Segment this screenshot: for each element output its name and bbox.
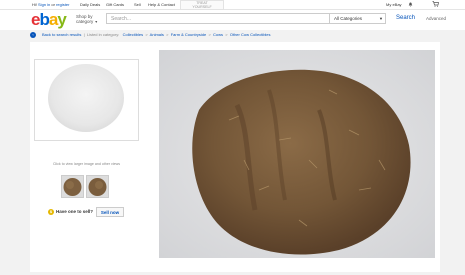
gallery-thumbnail[interactable] [61, 175, 84, 198]
breadcrumb-item[interactable]: Animals [150, 32, 164, 37]
breadcrumb-item[interactable]: Collectibles [123, 32, 143, 37]
dollar-icon: $ [48, 209, 54, 215]
top-bar: Hi! Sign in or register Daily Deals Gift… [0, 0, 465, 10]
search-input[interactable]: Search... [111, 14, 131, 24]
sell-now-button[interactable]: Sell now [96, 207, 124, 217]
sell-prompt: $ Have one to sell? Sell now [48, 207, 138, 217]
daily-deals-link[interactable]: Daily Deals [80, 0, 100, 9]
breadcrumb-item[interactable]: Cows [213, 32, 223, 37]
breadcrumb: ‹ Back to search results | Listed in cat… [30, 31, 440, 39]
gift-cards-link[interactable]: Gift Cards [106, 0, 124, 9]
gallery-thumbnail[interactable] [86, 175, 109, 198]
breadcrumb-trail: Back to search results | Listed in categ… [42, 32, 271, 37]
category-select[interactable]: All Categories ▼ [329, 13, 387, 24]
promo-line2: YOURSELF [192, 5, 212, 9]
sell-link[interactable]: Sell [134, 0, 141, 9]
logo-letter-b: b [39, 10, 49, 29]
advanced-search-link[interactable]: Advanced [426, 13, 446, 24]
sell-question: Have one to sell? [56, 209, 94, 214]
my-ebay-link[interactable]: My eBay [386, 0, 402, 9]
breadcrumb-item[interactable]: Farm & Countryside [171, 32, 207, 37]
greeting: Hi! Sign in or register [32, 0, 69, 9]
sign-in-link[interactable]: Sign in [38, 2, 50, 7]
promo-banner[interactable]: TREAT YOURSELF [180, 0, 224, 10]
chevron-down-icon: ▼ [379, 16, 383, 21]
ebay-logo[interactable]: ebay [31, 10, 67, 30]
search-box[interactable]: Search... All Categories ▼ [106, 13, 386, 24]
back-arrow-icon[interactable]: ‹ [30, 32, 36, 38]
gallery-preview-image[interactable] [34, 59, 139, 141]
listed-in-label: Listed in category: [86, 32, 120, 37]
main-product-image[interactable] [159, 50, 435, 258]
gallery-caption: Click to view larger image and other vie… [52, 162, 121, 166]
register-link[interactable]: register [56, 2, 69, 7]
shop-by-line2: category ▼ [76, 19, 98, 25]
logo-letter-y: y [57, 10, 67, 29]
search-button[interactable]: Search [389, 13, 422, 24]
notification-bell-icon[interactable] [408, 0, 413, 10]
back-to-search-link[interactable]: Back to search results [42, 32, 81, 37]
item-content: Click to view larger image and other vie… [30, 42, 440, 272]
category-select-value: All Categories [334, 16, 363, 21]
shop-by-category[interactable]: Shop by category ▼ [76, 14, 98, 25]
help-contact-link[interactable]: Help & Contact [148, 0, 175, 9]
shop-by-line2-text: category [76, 19, 94, 24]
cart-icon[interactable] [432, 0, 439, 10]
or-text: or [51, 2, 55, 7]
greeting-hi: Hi! [32, 2, 37, 7]
chevron-down-icon: ▼ [94, 20, 98, 24]
breadcrumb-item[interactable]: Other Cow Collectibles [230, 32, 271, 37]
